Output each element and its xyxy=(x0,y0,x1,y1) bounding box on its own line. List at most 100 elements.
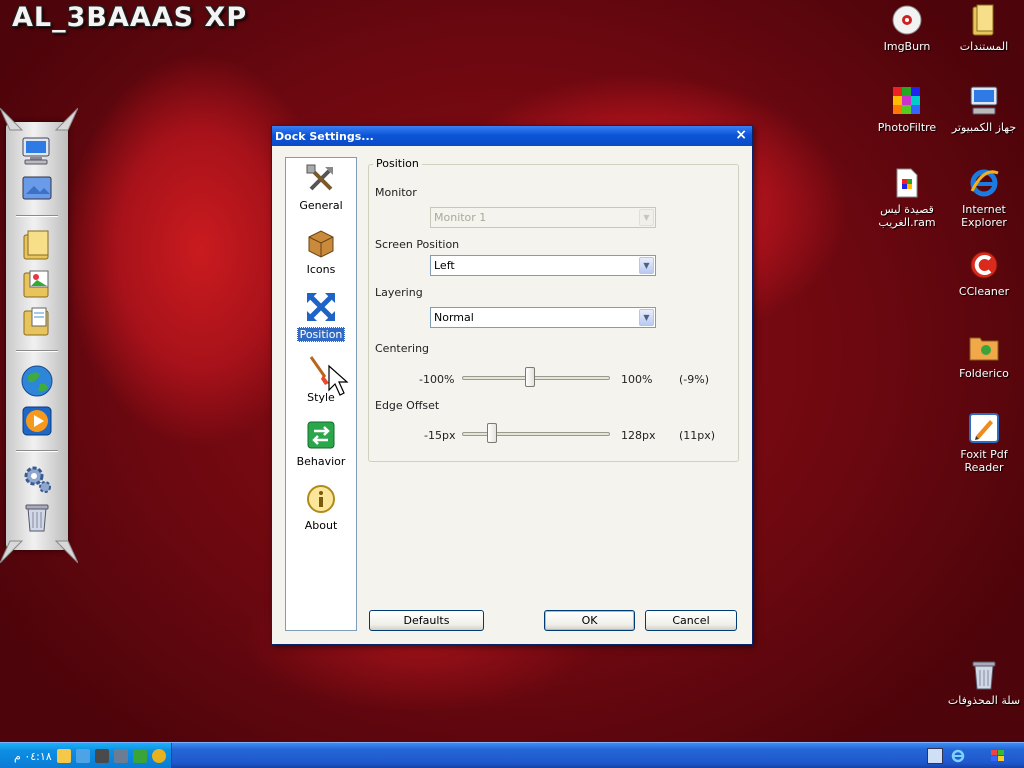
desktop-icon-recycle-bin[interactable]: سلة المحذوفات xyxy=(946,657,1022,707)
disc-icon xyxy=(890,3,924,37)
centering-label: Centering xyxy=(375,342,430,355)
edge-offset-slider-thumb[interactable] xyxy=(487,423,498,443)
dock-media-player-icon[interactable] xyxy=(19,404,55,438)
chevron-down-icon: ▼ xyxy=(639,209,654,226)
chevron-down-icon[interactable]: ▼ xyxy=(639,309,654,326)
tray-arrow-icon[interactable] xyxy=(94,749,109,763)
pdf-icon xyxy=(967,411,1001,445)
show-desktop-icon[interactable] xyxy=(927,748,943,764)
computer-icon xyxy=(967,84,1001,118)
quicklaunch-ie-icon[interactable] xyxy=(950,748,966,764)
centering-value-label: (-9%) xyxy=(679,373,710,386)
desktop-icon-label: جهاز الكمبيوتر xyxy=(951,121,1017,134)
desktop-icon-foxit[interactable]: Foxit Pdf Reader xyxy=(946,411,1022,474)
desktop-icon-photofiltre[interactable]: PhotoFiltre xyxy=(869,84,945,134)
tools-icon xyxy=(304,162,338,196)
desktop-icon-label: سلة المحذوفات xyxy=(947,694,1021,707)
edge-offset-min-label: -15px xyxy=(424,429,456,442)
system-tray: ٠٤:١٨ م xyxy=(0,743,172,768)
tray-messenger-icon[interactable] xyxy=(151,749,166,763)
position-arrows-icon xyxy=(304,290,338,324)
nav-item-about[interactable]: About xyxy=(286,482,356,532)
centering-min-label: -100% xyxy=(419,373,455,386)
dock-recycle-bin-icon[interactable] xyxy=(19,500,55,534)
dialog-title: Dock Settings... xyxy=(275,129,374,143)
centering-slider-track[interactable] xyxy=(462,376,610,380)
desktop-icon-label: Folderico xyxy=(959,367,1009,380)
edge-offset-label: Edge Offset xyxy=(375,399,440,412)
dock-folder-icon[interactable] xyxy=(19,228,55,262)
folder-icon xyxy=(967,3,1001,37)
edge-offset-slider-track[interactable] xyxy=(462,432,610,436)
desktop-icon-label: قصيدة ليس الغريب.ram xyxy=(878,203,936,229)
ccleaner-icon xyxy=(967,248,1001,282)
nav-item-position[interactable]: Position xyxy=(286,290,356,342)
layering-label: Layering xyxy=(375,286,423,299)
monitor-label: Monitor xyxy=(375,186,417,199)
nav-item-label: Icons xyxy=(306,263,336,276)
nav-item-label: General xyxy=(299,199,343,212)
centering-slider-thumb[interactable] xyxy=(524,367,535,387)
desktop-icon-my-computer[interactable]: جهاز الكمبيوتر xyxy=(946,84,1022,134)
nav-item-behavior[interactable]: Behavior xyxy=(286,418,356,468)
screen-position-label: Screen Position xyxy=(375,238,460,251)
recycle-bin-icon xyxy=(967,657,1001,691)
dock-separator xyxy=(16,215,58,217)
dock-my-computer-icon[interactable] xyxy=(19,134,55,168)
dock-separator xyxy=(16,350,58,352)
screen-position-value: Left xyxy=(434,259,455,272)
centering-max-label: 100% xyxy=(621,373,653,386)
nav-item-label: Position xyxy=(296,327,346,342)
dock-settings-gear-icon[interactable] xyxy=(19,462,55,496)
screen-position-select[interactable]: Left ▼ xyxy=(430,255,656,276)
dock-desktop-icon[interactable] xyxy=(19,172,55,206)
taskbar: ٠٤:١٨ م xyxy=(0,742,1024,768)
desktop-icon-imgburn[interactable]: ImgBurn xyxy=(869,3,945,53)
start-windows-flag-icon[interactable] xyxy=(990,748,1006,764)
monitor-select-value: Monitor 1 xyxy=(434,211,487,224)
info-icon xyxy=(304,482,338,516)
ok-button[interactable]: OK xyxy=(544,610,635,631)
tray-monitor-icon[interactable] xyxy=(113,749,128,763)
dock-pictures-folder-icon[interactable] xyxy=(19,266,55,300)
monitor-select: Monitor 1 ▼ xyxy=(430,207,656,228)
layering-select[interactable]: Normal ▼ xyxy=(430,307,656,328)
tray-network-icon[interactable] xyxy=(75,749,90,763)
behavior-arrows-icon xyxy=(304,418,338,452)
media-file-icon xyxy=(890,166,924,200)
desktop-icon-internet-explorer[interactable]: Internet Explorer xyxy=(946,166,1022,229)
palette-icon xyxy=(890,84,924,118)
clock[interactable]: ٠٤:١٨ م xyxy=(14,750,52,763)
desktop-icon-label: المستندات xyxy=(959,40,1009,53)
desktop-icon-folderico[interactable]: Folderico xyxy=(946,330,1022,380)
close-icon[interactable]: × xyxy=(735,127,747,143)
position-groupbox: Position Monitor Monitor 1 ▼ Screen Posi… xyxy=(368,157,739,462)
layering-value: Normal xyxy=(434,311,474,324)
edge-offset-max-label: 128px xyxy=(621,429,656,442)
tray-update-icon[interactable] xyxy=(132,749,147,763)
mouse-cursor-icon xyxy=(328,364,349,396)
nav-item-general[interactable]: General xyxy=(286,162,356,212)
desktop-icon-documents[interactable]: المستندات xyxy=(946,3,1022,53)
cancel-button[interactable]: Cancel xyxy=(645,610,737,631)
nav-item-icons[interactable]: Icons xyxy=(286,226,356,276)
desktop-icon-media-file[interactable]: قصيدة ليس الغريب.ram xyxy=(869,166,945,229)
tray-tool-icon[interactable] xyxy=(56,749,71,763)
defaults-button[interactable]: Defaults xyxy=(369,610,484,631)
desktop-icon-label: Internet Explorer xyxy=(961,203,1007,229)
box-icon xyxy=(304,226,338,260)
chevron-down-icon[interactable]: ▼ xyxy=(639,257,654,274)
ie-icon xyxy=(967,166,1001,200)
folder-color-icon xyxy=(967,330,1001,364)
desktop-icon-label: PhotoFiltre xyxy=(877,121,937,134)
desktop-icon-ccleaner[interactable]: CCleaner xyxy=(946,248,1022,298)
dock-separator xyxy=(16,450,58,452)
desktop-icon-label: CCleaner xyxy=(958,285,1010,298)
dock-documents-folder-icon[interactable] xyxy=(19,304,55,338)
dialog-titlebar[interactable]: Dock Settings... × xyxy=(272,126,752,146)
dock-globe-icon[interactable] xyxy=(19,364,55,398)
desktop-icon-label: ImgBurn xyxy=(883,40,931,53)
side-dock xyxy=(0,108,78,563)
edge-offset-value-label: (11px) xyxy=(679,429,716,442)
desktop-brand-text: AL_3BAAAS XP xyxy=(12,2,248,33)
